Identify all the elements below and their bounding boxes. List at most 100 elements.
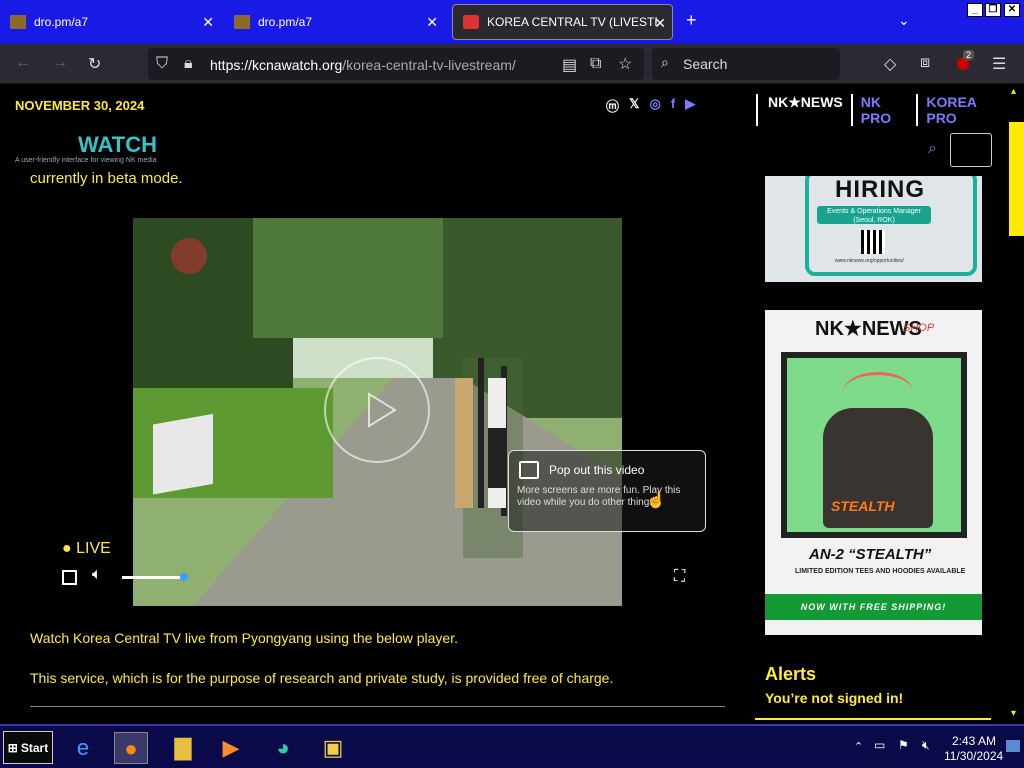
- extension-badge: 2: [963, 50, 975, 60]
- tray-expand-icon[interactable]: ⌃: [854, 740, 863, 753]
- firefox-icon[interactable]: ●: [114, 732, 148, 764]
- product-subtitle: LIMITED EDITION TEES AND HOODIES AVAILAB…: [795, 568, 966, 575]
- restore-icon[interactable]: ❐: [985, 3, 1001, 17]
- ad-url: www.nknews.org/opportunities/: [835, 258, 904, 264]
- show-desktop-icon[interactable]: [1006, 740, 1020, 752]
- social-links: ⓜ 𝕏 ◎ f ▶: [606, 96, 695, 115]
- stop-icon[interactable]: [62, 570, 77, 585]
- url-bar[interactable]: ⛉ 🔒︎ https://kcnawatch.org/korea-central…: [148, 48, 644, 80]
- taskbar: ⊞ Start e ● ▇ ▶ ◕ ▣ ⌃ ▭ ⚑ 🔇︎ 2:43 AM 11/…: [0, 724, 1024, 768]
- pip-icon[interactable]: ⧉: [590, 55, 601, 73]
- signin-notice: You’re not signed in!: [765, 690, 904, 706]
- nav-koreapro[interactable]: KOREA PRO: [916, 94, 1008, 126]
- nav-nkpro[interactable]: NK PRO: [850, 94, 917, 126]
- x-icon[interactable]: 𝕏: [629, 96, 639, 115]
- close-icon[interactable]: ✕: [654, 15, 666, 32]
- page-date: NOVEMBER 30, 2024: [15, 98, 145, 113]
- intro-paragraph: Watch Korea Central TV live from Pyongya…: [30, 630, 458, 646]
- live-indicator: ● LIVE: [62, 540, 111, 557]
- site-logo[interactable]: WATCH: [78, 132, 157, 158]
- fullscreen-icon[interactable]: ⛶: [674, 568, 685, 586]
- search-bar[interactable]: ⌕ Search: [652, 48, 840, 80]
- extensions-icon[interactable]: ⧈: [920, 54, 930, 72]
- save-app-icon[interactable]: ▣: [316, 732, 350, 764]
- beta-notice: currently in beta mode.: [30, 170, 183, 187]
- youtube-icon[interactable]: ▶: [685, 96, 695, 115]
- ad-title: HIRING: [835, 176, 925, 203]
- tab-bar: dro.pm/a7 ✕ dro.pm/a7 ✕ KOREA CENTRAL TV…: [0, 0, 1024, 44]
- app-icon[interactable]: ◕: [266, 732, 300, 764]
- minimize-icon[interactable]: _: [967, 3, 983, 17]
- tab-label: dro.pm/a7: [258, 15, 313, 29]
- qr-code-icon: [861, 230, 885, 254]
- flag-tray-icon[interactable]: ⚑: [898, 738, 909, 752]
- tab-label: dro.pm/a7: [34, 15, 89, 29]
- clock-time[interactable]: 2:43 AM: [952, 734, 996, 748]
- ad-shop-label: SHOP: [903, 322, 935, 334]
- explorer-folder-icon[interactable]: ▇: [166, 732, 200, 764]
- start-button[interactable]: ⊞ Start: [3, 731, 53, 764]
- windows-logo-icon: ⊞: [7, 740, 18, 755]
- nav-nknews[interactable]: NK★NEWS: [756, 94, 851, 126]
- url-text[interactable]: https://kcnawatch.org/korea-central-tv-l…: [210, 57, 516, 73]
- media-player-icon[interactable]: ▶: [214, 732, 248, 764]
- popout-tooltip[interactable]: Pop out this video More screens are more…: [508, 450, 706, 532]
- video-player[interactable]: [133, 218, 622, 606]
- shop-ad[interactable]: NK★NEWS SHOP STEALTH AN-2 “STEALTH” LIMI…: [765, 310, 982, 635]
- shipping-banner: NOW WITH FREE SHIPPING!: [765, 594, 982, 620]
- shield-icon[interactable]: ⛉: [156, 55, 168, 73]
- tab-list-icon[interactable]: ⌄: [898, 12, 910, 29]
- cursor-hand-icon: ☝: [646, 492, 666, 509]
- ad-pill: Events & Operations Manager (Seoul, ROK): [817, 206, 931, 224]
- ie-icon[interactable]: e: [66, 732, 100, 764]
- system-tray: ⌃ ▭ ⚑ 🔇︎ 2:43 AM 11/30/2024: [848, 730, 1024, 766]
- start-label: Start: [20, 740, 49, 755]
- service-paragraph: This service, which is for the purpose o…: [30, 670, 614, 686]
- scroll-up-icon[interactable]: ▴: [1011, 86, 1016, 97]
- volume-muted-icon[interactable]: 🔇︎: [922, 738, 930, 753]
- reader-view-icon[interactable]: ▤: [562, 55, 577, 75]
- hoodie-image: STEALTH: [781, 352, 967, 538]
- top-nav: NK★NEWS NK PRO KOREA PRO: [756, 94, 1008, 126]
- lock-icon[interactable]: 🔒︎: [184, 55, 193, 73]
- scrollbar-thumb[interactable]: [1009, 122, 1024, 236]
- search-placeholder: Search: [683, 56, 728, 72]
- instagram-icon[interactable]: ◎: [650, 96, 661, 115]
- reload-icon[interactable]: ↻: [88, 54, 101, 74]
- pocket-icon[interactable]: ◇: [884, 54, 896, 74]
- navigation-toolbar: ← → ↻ ⛉ 🔒︎ https://kcnawatch.org/korea-c…: [0, 44, 1024, 84]
- clock-date[interactable]: 11/30/2024: [944, 749, 1003, 763]
- site-search-icon[interactable]: ⌕: [928, 140, 937, 158]
- tab-2[interactable]: dro.pm/a7 ✕: [224, 4, 444, 40]
- volume-icon[interactable]: 🔈︎: [92, 566, 102, 584]
- new-tab-button[interactable]: +: [686, 10, 697, 31]
- close-icon[interactable]: ✕: [202, 14, 214, 31]
- hanger-icon: [843, 372, 913, 412]
- mastodon-icon[interactable]: ⓜ: [606, 96, 619, 115]
- close-icon[interactable]: ✕: [426, 14, 438, 31]
- product-name: AN-2 “STEALTH”: [809, 546, 932, 563]
- volume-slider[interactable]: [122, 576, 184, 579]
- scroll-down-icon[interactable]: ▾: [1011, 708, 1016, 719]
- forward-icon[interactable]: →: [52, 54, 68, 72]
- close-window-icon[interactable]: ✕: [1004, 3, 1020, 17]
- star-icon[interactable]: ☆: [618, 54, 632, 74]
- back-icon[interactable]: ←: [15, 54, 31, 72]
- site-menu-button[interactable]: [950, 133, 992, 167]
- tab-3-active[interactable]: KOREA CENTRAL TV (LIVESTRE ✕: [452, 4, 673, 40]
- volume-thumb[interactable]: [180, 573, 188, 581]
- alerts-heading: Alerts: [765, 664, 817, 684]
- menu-icon[interactable]: ☰: [992, 54, 1006, 74]
- tab-1[interactable]: dro.pm/a7 ✕: [0, 4, 220, 40]
- divider: [30, 706, 725, 707]
- facebook-icon[interactable]: f: [671, 96, 675, 115]
- video-frame: [133, 218, 622, 606]
- pip-icon: [519, 461, 539, 479]
- popout-title: Pop out this video: [549, 463, 645, 477]
- network-icon[interactable]: ▭: [874, 738, 885, 752]
- hiring-ad[interactable]: HIRING Events & Operations Manager (Seou…: [765, 176, 982, 282]
- popout-description: More screens are more fun. Play this vid…: [517, 485, 681, 508]
- logo-subtitle: A user-friendly interface for viewing NK…: [15, 157, 157, 164]
- flag-icon: [463, 15, 479, 29]
- folder-icon: [10, 15, 26, 29]
